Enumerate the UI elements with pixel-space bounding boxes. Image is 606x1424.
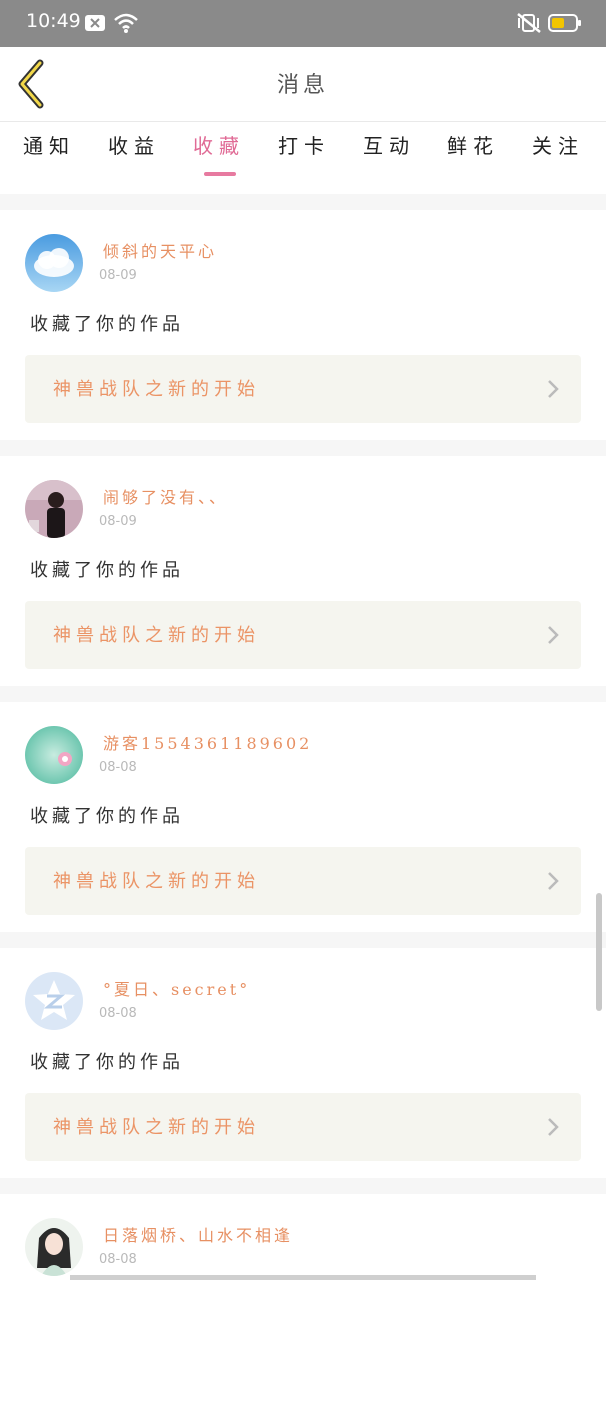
list-item: °夏日、secret° 08-08 收藏了你的作品 神兽战队之新的开始 <box>0 948 606 1178</box>
page-title: 消息 <box>276 73 329 98</box>
chevron-right-icon <box>548 380 559 398</box>
tab-interaction[interactable]: 互动 <box>354 130 424 159</box>
work-link[interactable]: 神兽战队之新的开始 <box>25 601 581 669</box>
work-link[interactable]: 神兽战队之新的开始 <box>25 355 581 423</box>
tab-label: 关注 <box>532 134 584 158</box>
scrollbar[interactable] <box>596 893 602 1011</box>
username[interactable]: 倾斜的天平心 <box>103 238 217 262</box>
work-title: 神兽战队之新的开始 <box>53 871 260 892</box>
action-text: 收藏了你的作品 <box>30 1052 184 1073</box>
avatar[interactable] <box>25 972 83 1030</box>
work-link[interactable]: 神兽战队之新的开始 <box>25 1093 581 1161</box>
work-link[interactable]: 神兽战队之新的开始 <box>25 847 581 915</box>
list-item: 游客1554361189602 08-08 收藏了你的作品 神兽战队之新的开始 <box>0 702 606 932</box>
username[interactable]: 日落烟桥、山水不相逢 <box>103 1222 293 1246</box>
bottom-divider <box>70 1275 536 1280</box>
date: 08-08 <box>99 1006 137 1021</box>
avatar[interactable] <box>25 234 83 292</box>
battery-icon <box>548 13 582 37</box>
notification-icon <box>84 14 106 36</box>
wifi-icon <box>113 12 139 38</box>
photo-avatar-icon <box>25 480 83 538</box>
username[interactable]: °夏日、secret° <box>103 976 250 1000</box>
work-title: 神兽战队之新的开始 <box>53 625 260 646</box>
chevron-right-icon <box>548 872 559 890</box>
header: 消息 <box>0 47 606 122</box>
tab-flowers[interactable]: 鲜花 <box>438 130 508 159</box>
date: 08-08 <box>99 1252 137 1267</box>
mute-vibrate-icon <box>516 12 542 38</box>
tab-checkin[interactable]: 打卡 <box>269 130 339 159</box>
username[interactable]: 闹够了没有、、 <box>103 484 228 508</box>
tab-bar: 通知 收益 收藏 打卡 互动 鲜花 关注 <box>0 122 606 194</box>
avatar[interactable] <box>25 480 83 538</box>
tab-label: 打卡 <box>278 134 330 158</box>
tab-label: 鲜花 <box>447 134 499 158</box>
action-text: 收藏了你的作品 <box>30 560 184 581</box>
list-item: 倾斜的天平心 08-09 收藏了你的作品 神兽战队之新的开始 <box>0 210 606 440</box>
tab-notify[interactable]: 通知 <box>14 130 84 159</box>
qzone-star-avatar-icon <box>25 972 83 1030</box>
avatar[interactable] <box>25 1218 83 1276</box>
tab-label: 互动 <box>363 134 415 158</box>
status-time: 10:49 <box>26 10 81 32</box>
list-item: 闹够了没有、、 08-09 收藏了你的作品 神兽战队之新的开始 <box>0 456 606 686</box>
date: 08-08 <box>99 760 137 775</box>
date: 08-09 <box>99 268 137 283</box>
chevron-right-icon <box>548 1118 559 1136</box>
status-bar: 10:49 <box>0 0 606 47</box>
tab-label: 收益 <box>108 134 160 158</box>
active-tab-indicator <box>204 172 236 176</box>
flower-avatar-icon <box>25 726 83 784</box>
date: 08-09 <box>99 514 137 529</box>
tab-label: 收藏 <box>193 134 245 158</box>
work-title: 神兽战队之新的开始 <box>53 1117 260 1138</box>
list-item: 日落烟桥、山水不相逢 08-08 <box>0 1194 606 1424</box>
anime-girl-avatar-icon <box>25 1218 83 1276</box>
username[interactable]: 游客1554361189602 <box>103 730 312 754</box>
chevron-right-icon <box>548 626 559 644</box>
avatar[interactable] <box>25 726 83 784</box>
cloud-avatar-icon <box>25 234 83 292</box>
work-title: 神兽战队之新的开始 <box>53 379 260 400</box>
tab-label: 通知 <box>23 134 75 158</box>
tab-follow[interactable]: 关注 <box>523 130 593 159</box>
tab-favorites[interactable]: 收藏 <box>184 130 254 176</box>
action-text: 收藏了你的作品 <box>30 806 184 827</box>
tab-earnings[interactable]: 收益 <box>99 130 169 159</box>
action-text: 收藏了你的作品 <box>30 314 184 335</box>
